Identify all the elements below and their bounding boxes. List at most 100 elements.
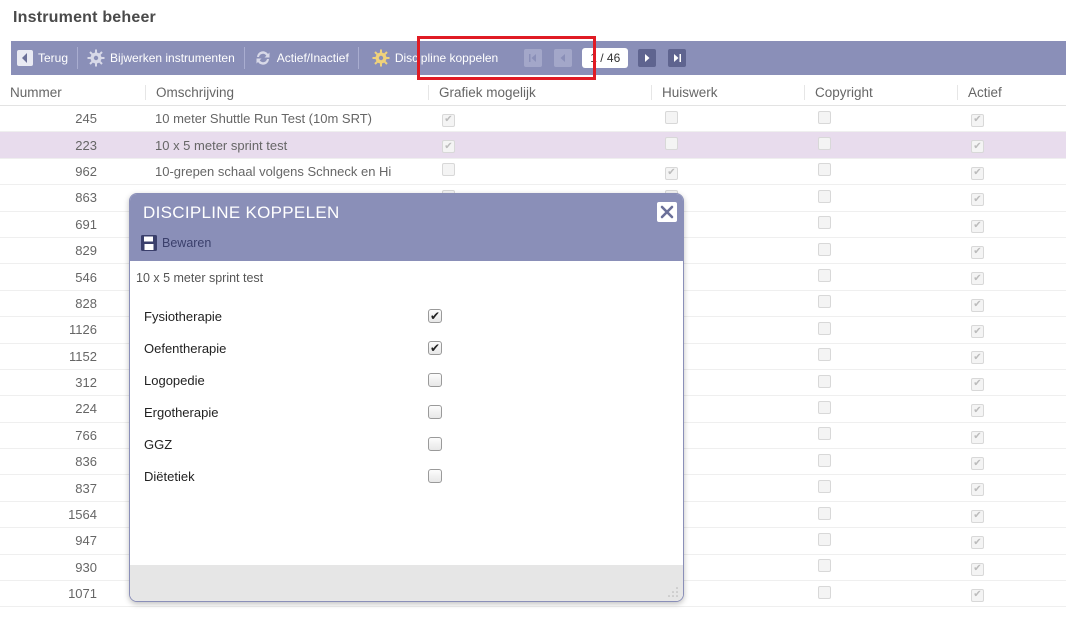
- copyright-checkbox: [818, 559, 831, 573]
- cell-actief: ✔: [957, 163, 1066, 180]
- actief-checkbox: ✔: [971, 588, 984, 602]
- cell-huiswerk: [651, 137, 804, 153]
- toggle-active-label: Actief/Inactief: [276, 51, 349, 65]
- actief-checkbox: ✔: [971, 113, 984, 127]
- copyright-checkbox: [818, 585, 831, 599]
- cell-copyright: [804, 532, 957, 549]
- huiswerk-checkbox: [665, 110, 678, 124]
- save-button[interactable]: Bewaren: [140, 234, 211, 252]
- actief-checkbox: ✔: [971, 298, 984, 312]
- cell-copyright: [804, 295, 957, 311]
- previous-page-button[interactable]: [554, 49, 573, 67]
- actief-checkbox: ✔: [971, 404, 984, 418]
- cell-copyright: [804, 321, 957, 338]
- previous-page-icon: [560, 54, 566, 62]
- discipline-item: Fysiotherapie ✔: [144, 300, 474, 332]
- cell-copyright: [804, 348, 957, 364]
- header-nummer[interactable]: Nummer: [0, 85, 145, 100]
- copyright-checkbox: [818, 453, 831, 467]
- actief-checkbox: ✔: [971, 272, 984, 286]
- copyright-checkbox: [818, 269, 831, 283]
- header-omschrijving[interactable]: Omschrijving: [145, 85, 428, 100]
- discipline-couple-button[interactable]: Discipline koppelen: [362, 41, 504, 75]
- discipline-checkbox[interactable]: [428, 437, 442, 451]
- discipline-label: Oefentherapie: [144, 340, 227, 356]
- actief-checkbox: ✔: [971, 351, 984, 365]
- toggle-active-button[interactable]: Actief/Inactief: [248, 41, 355, 75]
- discipline-label: Ergotherapie: [144, 404, 219, 420]
- discipline-checkbox[interactable]: [428, 469, 442, 483]
- cell-actief: ✔: [957, 322, 1066, 339]
- cell-copyright: [804, 585, 957, 602]
- cell-nummer: 546: [75, 269, 97, 285]
- table-row[interactable]: 223 10 x 5 meter sprint test ✔ ✔: [0, 132, 1066, 159]
- copyright-checkbox: [818, 295, 831, 309]
- header-actief[interactable]: Actief: [957, 85, 1066, 100]
- cell-nummer: 224: [75, 401, 97, 417]
- cell-actief: ✔: [957, 190, 1066, 207]
- discipline-checkbox[interactable]: ✔: [428, 341, 442, 355]
- cell-copyright: [804, 400, 957, 417]
- cell-nummer: 766: [75, 427, 97, 443]
- copyright-checkbox: [818, 321, 831, 335]
- cell-actief: ✔: [957, 137, 1066, 154]
- grafiek-checkbox: [442, 163, 455, 177]
- cell-nummer: 837: [75, 480, 97, 496]
- toolbar: Terug Bijwerken instrumenten Actief/Inac…: [11, 41, 1066, 75]
- cell-nummer: 223: [75, 137, 97, 153]
- table-row[interactable]: 245 10 meter Shuttle Run Test (10m SRT) ✔ ✔: [0, 106, 1066, 133]
- actief-checkbox: ✔: [971, 140, 984, 154]
- edit-instruments-button[interactable]: Bijwerken instrumenten: [81, 41, 241, 75]
- huiswerk-checkbox: [665, 137, 678, 151]
- cell-copyright: [804, 242, 957, 259]
- cell-actief: ✔: [957, 506, 1066, 523]
- actief-checkbox: ✔: [971, 509, 984, 523]
- edit-instruments-label: Bijwerken instrumenten: [110, 51, 235, 65]
- header-huiswerk[interactable]: Huiswerk: [651, 85, 804, 100]
- cell-nummer: 863: [75, 190, 97, 206]
- actief-checkbox: ✔: [971, 219, 984, 233]
- refresh-icon: [254, 49, 272, 67]
- cell-omschrijving: 10 meter Shuttle Run Test (10m SRT): [155, 111, 373, 127]
- cell-actief: ✔: [957, 216, 1066, 233]
- dialog-subtitle: 10 x 5 meter sprint test: [136, 271, 264, 285]
- dialog-header: DISCIPLINE KOPPELEN Bewaren: [130, 194, 683, 261]
- next-page-button[interactable]: [638, 49, 657, 67]
- cell-nummer: 245: [75, 111, 97, 127]
- cell-omschrijving: 10-grepen schaal volgens Schneck en Hi: [155, 163, 392, 179]
- cell-actief: ✔: [957, 269, 1066, 286]
- cell-copyright: [804, 427, 957, 443]
- discipline-couple-label: Discipline koppelen: [394, 51, 499, 65]
- gear-icon: [372, 49, 390, 67]
- cell-nummer: 962: [75, 163, 97, 179]
- cell-copyright: [804, 216, 957, 232]
- header-copyright[interactable]: Copyright: [804, 85, 957, 100]
- huiswerk-checkbox: ✔: [665, 166, 678, 180]
- copyright-checkbox: [818, 400, 831, 414]
- actief-checkbox: ✔: [971, 377, 984, 391]
- cell-copyright: [804, 189, 957, 206]
- grafiek-checkbox: ✔: [442, 113, 455, 127]
- cell-omschrijving: 10 x 5 meter sprint test: [155, 137, 288, 153]
- close-button[interactable]: [657, 202, 677, 222]
- dialog-title: DISCIPLINE KOPPELEN: [143, 203, 340, 222]
- back-button[interactable]: Terug: [11, 41, 74, 75]
- close-icon: [660, 205, 674, 219]
- table-row[interactable]: 962 10-grepen schaal volgens Schneck en H…: [0, 159, 1066, 186]
- header-grafiek[interactable]: Grafiek mogelijk: [428, 85, 651, 100]
- cell-nummer: 930: [75, 559, 97, 575]
- discipline-checkbox[interactable]: [428, 405, 442, 419]
- cell-nummer: 1126: [69, 322, 97, 338]
- cell-nummer: 1152: [69, 348, 97, 364]
- discipline-checkbox[interactable]: ✔: [428, 309, 442, 323]
- first-page-button[interactable]: [524, 49, 543, 67]
- copyright-checkbox: [818, 163, 831, 177]
- next-page-icon: [645, 54, 650, 62]
- cell-actief: ✔: [957, 454, 1066, 471]
- cell-copyright: [804, 110, 957, 127]
- back-arrow-icon: [17, 50, 33, 66]
- discipline-checkbox[interactable]: [428, 373, 442, 387]
- discipline-label: Fysiotherapie: [144, 308, 223, 324]
- resize-grip-icon[interactable]: [667, 586, 679, 598]
- last-page-button[interactable]: [668, 49, 687, 67]
